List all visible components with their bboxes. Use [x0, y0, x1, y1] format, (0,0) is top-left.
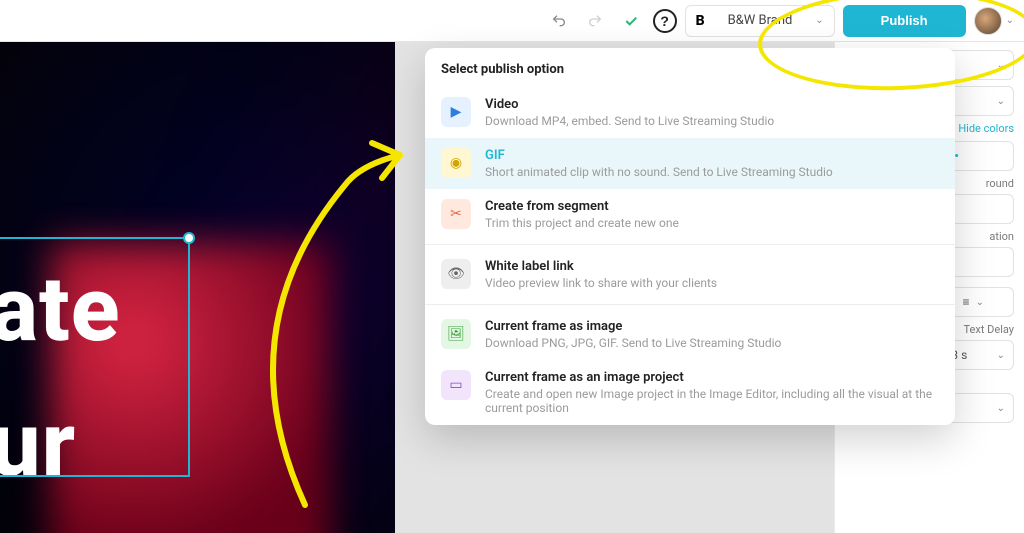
option-icon: ▭	[441, 370, 471, 400]
publish-option[interactable]: 🖼 Current frame as image Download PNG, JPG…	[425, 309, 955, 360]
option-icon: ◉	[441, 148, 471, 178]
option-name: Video	[485, 97, 774, 112]
option-name: GIF	[485, 148, 833, 163]
option-desc: Create and open new Image project in the…	[485, 387, 939, 415]
brand-name: B&W Brand	[728, 13, 793, 28]
selection-handle[interactable]	[183, 232, 195, 244]
brand-selector[interactable]: B B&W Brand ⌄	[685, 5, 835, 37]
option-desc: Download MP4, embed. Send to Live Stream…	[485, 114, 774, 128]
chevron-down-icon: ⌄	[997, 403, 1005, 414]
help-button[interactable]: ?	[653, 9, 677, 33]
selection-box[interactable]	[0, 237, 190, 477]
confirm-button[interactable]	[617, 7, 645, 35]
brand-logo: B	[696, 13, 705, 29]
option-name: Current frame as image	[485, 319, 781, 334]
option-desc: Download PNG, JPG, GIF. Send to Live Str…	[485, 336, 781, 350]
publish-option[interactable]: ◉ GIF Short animated clip with no sound. S…	[425, 138, 955, 189]
publish-option[interactable]: ▭ Current frame as an image project Create…	[425, 360, 955, 425]
separator	[425, 244, 955, 245]
option-name: Current frame as an image project	[485, 370, 939, 385]
option-icon: 🖼	[441, 319, 471, 349]
option-icon: ✂	[441, 199, 471, 229]
chevron-down-icon: ⌄	[997, 350, 1005, 361]
publish-dropdown: Select publish option ▶ Video Download MP4…	[425, 48, 955, 425]
canvas-preview[interactable]: ate ur	[0, 42, 395, 533]
publish-option[interactable]: 👁 White label link Video preview link to s…	[425, 249, 955, 300]
option-desc: Short animated clip with no sound. Send …	[485, 165, 833, 179]
account-menu[interactable]: ⌄	[974, 7, 1014, 35]
dropdown-title: Select publish option	[425, 48, 955, 87]
option-name: White label link	[485, 259, 717, 274]
option-name: Create from segment	[485, 199, 679, 214]
separator	[425, 304, 955, 305]
chevron-down-icon: ⌄	[997, 96, 1005, 107]
avatar	[974, 7, 1002, 35]
option-icon: ▶	[441, 97, 471, 127]
chevron-down-icon: ⌄	[997, 60, 1005, 71]
publish-option[interactable]: ✂ Create from segment Trim this project an…	[425, 189, 955, 240]
publish-option[interactable]: ▶ Video Download MP4, embed. Send to Live …	[425, 87, 955, 138]
option-icon: 👁	[441, 259, 471, 289]
option-desc: Video preview link to share with your cl…	[485, 276, 717, 290]
redo-button[interactable]	[581, 7, 609, 35]
undo-button[interactable]	[545, 7, 573, 35]
publish-button[interactable]: Publish	[843, 5, 966, 37]
chevron-down-icon: ⌄	[1006, 15, 1014, 26]
chevron-down-icon: ⌄	[815, 15, 823, 26]
option-desc: Trim this project and create new one	[485, 216, 679, 230]
top-toolbar: ? B B&W Brand ⌄ Publish ⌄	[0, 0, 1024, 42]
